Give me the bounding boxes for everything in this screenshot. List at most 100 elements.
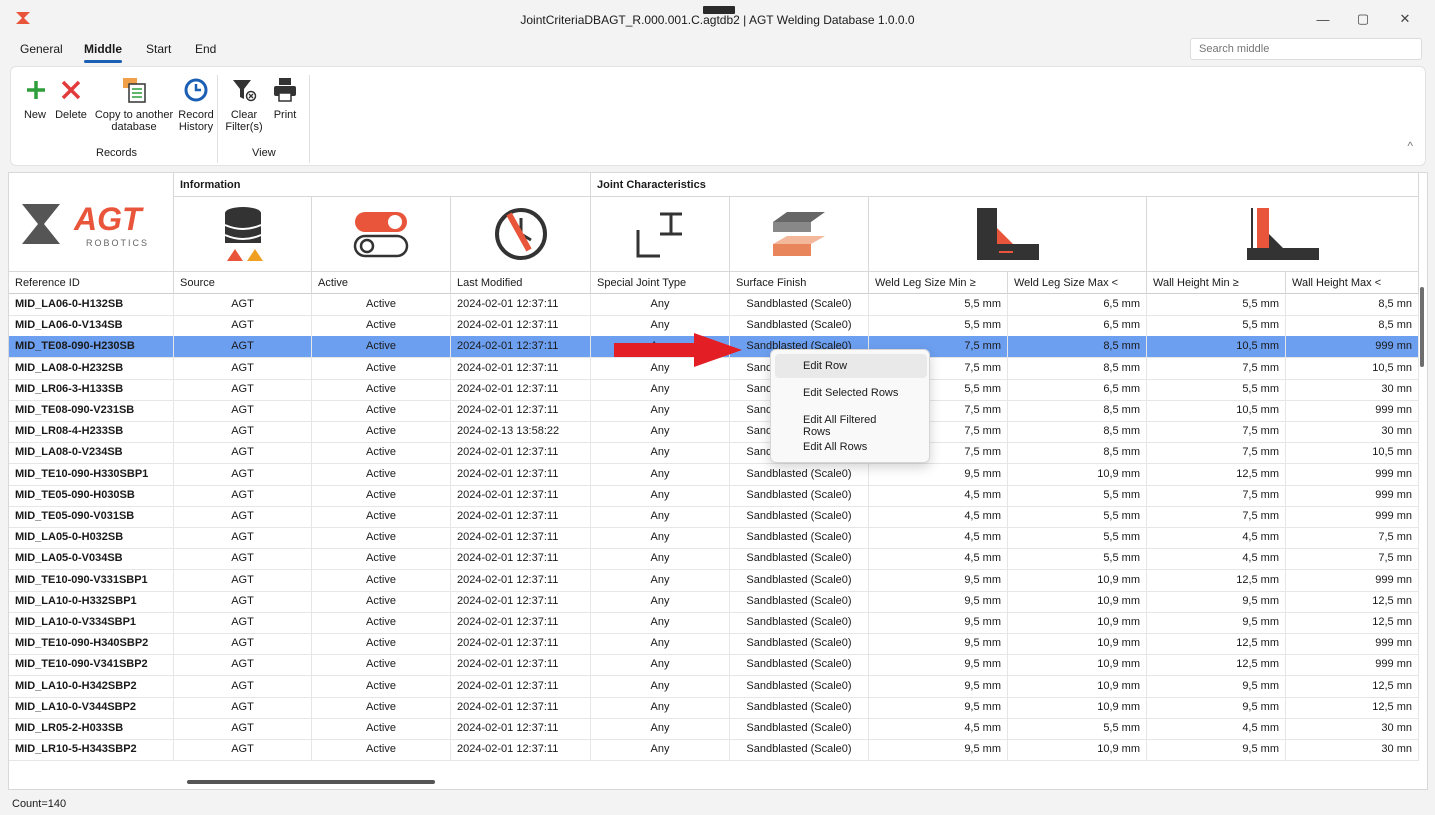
cell-weld-leg-min[interactable]: 4,5 mm: [869, 527, 1008, 549]
cell-source[interactable]: AGT: [174, 315, 312, 337]
cell-active[interactable]: Active: [312, 675, 451, 697]
horizontal-scrollbar[interactable]: [175, 777, 1415, 787]
cell-wall-height-max[interactable]: 999 mn: [1286, 569, 1419, 591]
menu-edit-all-filtered-rows[interactable]: Edit All Filtered Rows: [775, 408, 927, 438]
cell-last-modified[interactable]: 2024-02-01 12:37:11: [451, 675, 591, 697]
cell-wall-height-max[interactable]: 999 mn: [1286, 484, 1419, 506]
cell-weld-leg-max[interactable]: 10,9 mm: [1008, 654, 1147, 676]
table-row[interactable]: MID_TE10-090-H340SBP2 AGT Active 2024-02-01…: [9, 633, 1419, 656]
menu-edit-row[interactable]: Edit Row: [775, 354, 927, 378]
cell-surface-finish[interactable]: Sandblasted (Scale0): [730, 612, 869, 633]
cell-surface-finish[interactable]: Sandblasted (Scale0): [730, 654, 869, 676]
table-row[interactable]: MID_LR08-4-H233SB AGT Active 2024-02-13 13:…: [9, 421, 1419, 444]
cell-active[interactable]: Active: [312, 569, 451, 591]
cell-weld-leg-max[interactable]: 8,5 mm: [1008, 400, 1147, 421]
cell-last-modified[interactable]: 2024-02-01 12:37:11: [451, 590, 591, 612]
cell-reference-id[interactable]: MID_TE08-090-H230SB: [9, 336, 174, 358]
cell-surface-finish[interactable]: Sandblasted (Scale0): [730, 294, 869, 315]
cell-active[interactable]: Active: [312, 315, 451, 337]
cell-weld-leg-max[interactable]: 10,9 mm: [1008, 675, 1147, 697]
cell-wall-height-min[interactable]: 9,5 mm: [1147, 612, 1286, 633]
cell-wall-height-max[interactable]: 12,5 mn: [1286, 590, 1419, 612]
table-row[interactable]: MID_LA10-0-H342SBP2 AGT Active 2024-02-01 1…: [9, 675, 1419, 698]
cell-special-joint-type[interactable]: Any: [591, 484, 730, 506]
header-last-modified[interactable]: Last Modified: [451, 272, 591, 294]
cell-weld-leg-min[interactable]: 4,5 mm: [869, 548, 1008, 570]
cell-reference-id[interactable]: MID_LR05-2-H033SB: [9, 718, 174, 739]
table-row[interactable]: MID_LA10-0-V344SBP2 AGT Active 2024-02-01 1…: [9, 696, 1419, 719]
cell-wall-height-min[interactable]: 7,5 mm: [1147, 506, 1286, 527]
tab-general[interactable]: General: [20, 42, 63, 56]
table-row[interactable]: MID_TE10-090-V341SBP2 AGT Active 2024-02-01…: [9, 654, 1419, 677]
table-row[interactable]: MID_TE05-090-V031SB AGT Active 2024-02-01 1…: [9, 506, 1419, 528]
header-weld-leg-min[interactable]: Weld Leg Size Min ≥: [869, 272, 1008, 294]
cell-source[interactable]: AGT: [174, 400, 312, 421]
cell-weld-leg-max[interactable]: 5,5 mm: [1008, 506, 1147, 527]
cell-surface-finish[interactable]: Sandblasted (Scale0): [730, 569, 869, 591]
cell-source[interactable]: AGT: [174, 696, 312, 718]
cell-weld-leg-min[interactable]: 9,5 mm: [869, 569, 1008, 591]
cell-weld-leg-max[interactable]: 5,5 mm: [1008, 484, 1147, 506]
cell-source[interactable]: AGT: [174, 654, 312, 676]
cell-wall-height-max[interactable]: 30 mn: [1286, 378, 1419, 400]
cell-last-modified[interactable]: 2024-02-01 12:37:11: [451, 654, 591, 676]
cell-last-modified[interactable]: 2024-02-01 12:37:11: [451, 442, 591, 464]
close-button[interactable]: ✕: [1385, 0, 1425, 38]
cell-active[interactable]: Active: [312, 718, 451, 739]
cell-reference-id[interactable]: MID_TE05-090-H030SB: [9, 484, 174, 506]
cell-surface-finish[interactable]: Sandblasted (Scale0): [730, 675, 869, 697]
table-row[interactable]: MID_LA10-0-H332SBP1 AGT Active 2024-02-01 1…: [9, 590, 1419, 613]
cell-special-joint-type[interactable]: Any: [591, 696, 730, 718]
cell-weld-leg-max[interactable]: 5,5 mm: [1008, 548, 1147, 570]
cell-active[interactable]: Active: [312, 442, 451, 464]
header-special-joint-type[interactable]: Special Joint Type: [591, 272, 730, 294]
cell-weld-leg-min[interactable]: 4,5 mm: [869, 506, 1008, 527]
cell-source[interactable]: AGT: [174, 718, 312, 739]
header-reference-id[interactable]: Reference ID: [9, 272, 174, 294]
cell-active[interactable]: Active: [312, 506, 451, 527]
cell-source[interactable]: AGT: [174, 569, 312, 591]
cell-weld-leg-max[interactable]: 8,5 mm: [1008, 442, 1147, 464]
cell-surface-finish[interactable]: Sandblasted (Scale0): [730, 590, 869, 612]
collapse-ribbon-button[interactable]: ^: [1407, 139, 1413, 153]
cell-reference-id[interactable]: MID_LA10-0-H342SBP2: [9, 675, 174, 697]
cell-reference-id[interactable]: MID_LA05-0-H032SB: [9, 527, 174, 549]
cell-reference-id[interactable]: MID_TE10-090-H330SBP1: [9, 463, 174, 485]
cell-source[interactable]: AGT: [174, 675, 312, 697]
cell-weld-leg-min[interactable]: 9,5 mm: [869, 654, 1008, 676]
cell-weld-leg-max[interactable]: 6,5 mm: [1008, 378, 1147, 400]
cell-special-joint-type[interactable]: Any: [591, 400, 730, 421]
maximize-button[interactable]: ▢: [1343, 0, 1383, 38]
cell-wall-height-min[interactable]: 12,5 mm: [1147, 569, 1286, 591]
cell-active[interactable]: Active: [312, 357, 451, 379]
cell-weld-leg-max[interactable]: 5,5 mm: [1008, 527, 1147, 549]
cell-last-modified[interactable]: 2024-02-01 12:37:11: [451, 506, 591, 527]
cell-surface-finish[interactable]: Sandblasted (Scale0): [730, 506, 869, 527]
cell-source[interactable]: AGT: [174, 336, 312, 358]
cell-special-joint-type[interactable]: Any: [591, 421, 730, 443]
cell-weld-leg-min[interactable]: 9,5 mm: [869, 633, 1008, 655]
table-row[interactable]: MID_TE10-090-H330SBP1 AGT Active 2024-02-01…: [9, 463, 1419, 486]
cell-surface-finish[interactable]: Sandblasted (Scale0): [730, 527, 869, 549]
cell-surface-finish[interactable]: Sandblasted (Scale0): [730, 484, 869, 506]
new-button[interactable]: New: [21, 75, 49, 121]
cell-last-modified[interactable]: 2024-02-01 12:37:11: [451, 294, 591, 315]
header-source[interactable]: Source: [174, 272, 312, 294]
cell-last-modified[interactable]: 2024-02-01 12:37:11: [451, 612, 591, 633]
cell-source[interactable]: AGT: [174, 527, 312, 549]
cell-last-modified[interactable]: 2024-02-01 12:37:11: [451, 463, 591, 485]
cell-reference-id[interactable]: MID_LR06-3-H133SB: [9, 378, 174, 400]
cell-weld-leg-max[interactable]: 6,5 mm: [1008, 315, 1147, 337]
cell-active[interactable]: Active: [312, 527, 451, 549]
cell-reference-id[interactable]: MID_LA10-0-H332SBP1: [9, 590, 174, 612]
cell-wall-height-min[interactable]: 12,5 mm: [1147, 654, 1286, 676]
cell-source[interactable]: AGT: [174, 484, 312, 506]
cell-wall-height-max[interactable]: 7,5 mn: [1286, 527, 1419, 549]
cell-last-modified[interactable]: 2024-02-01 12:37:11: [451, 378, 591, 400]
cell-wall-height-min[interactable]: 4,5 mm: [1147, 527, 1286, 549]
cell-wall-height-max[interactable]: 30 mn: [1286, 718, 1419, 739]
cell-active[interactable]: Active: [312, 400, 451, 421]
table-row[interactable]: MID_LR10-5-H343SBP2 AGT Active 2024-02-01 1…: [9, 739, 1419, 762]
cell-surface-finish[interactable]: Sandblasted (Scale0): [730, 633, 869, 655]
cell-wall-height-min[interactable]: 9,5 mm: [1147, 675, 1286, 697]
